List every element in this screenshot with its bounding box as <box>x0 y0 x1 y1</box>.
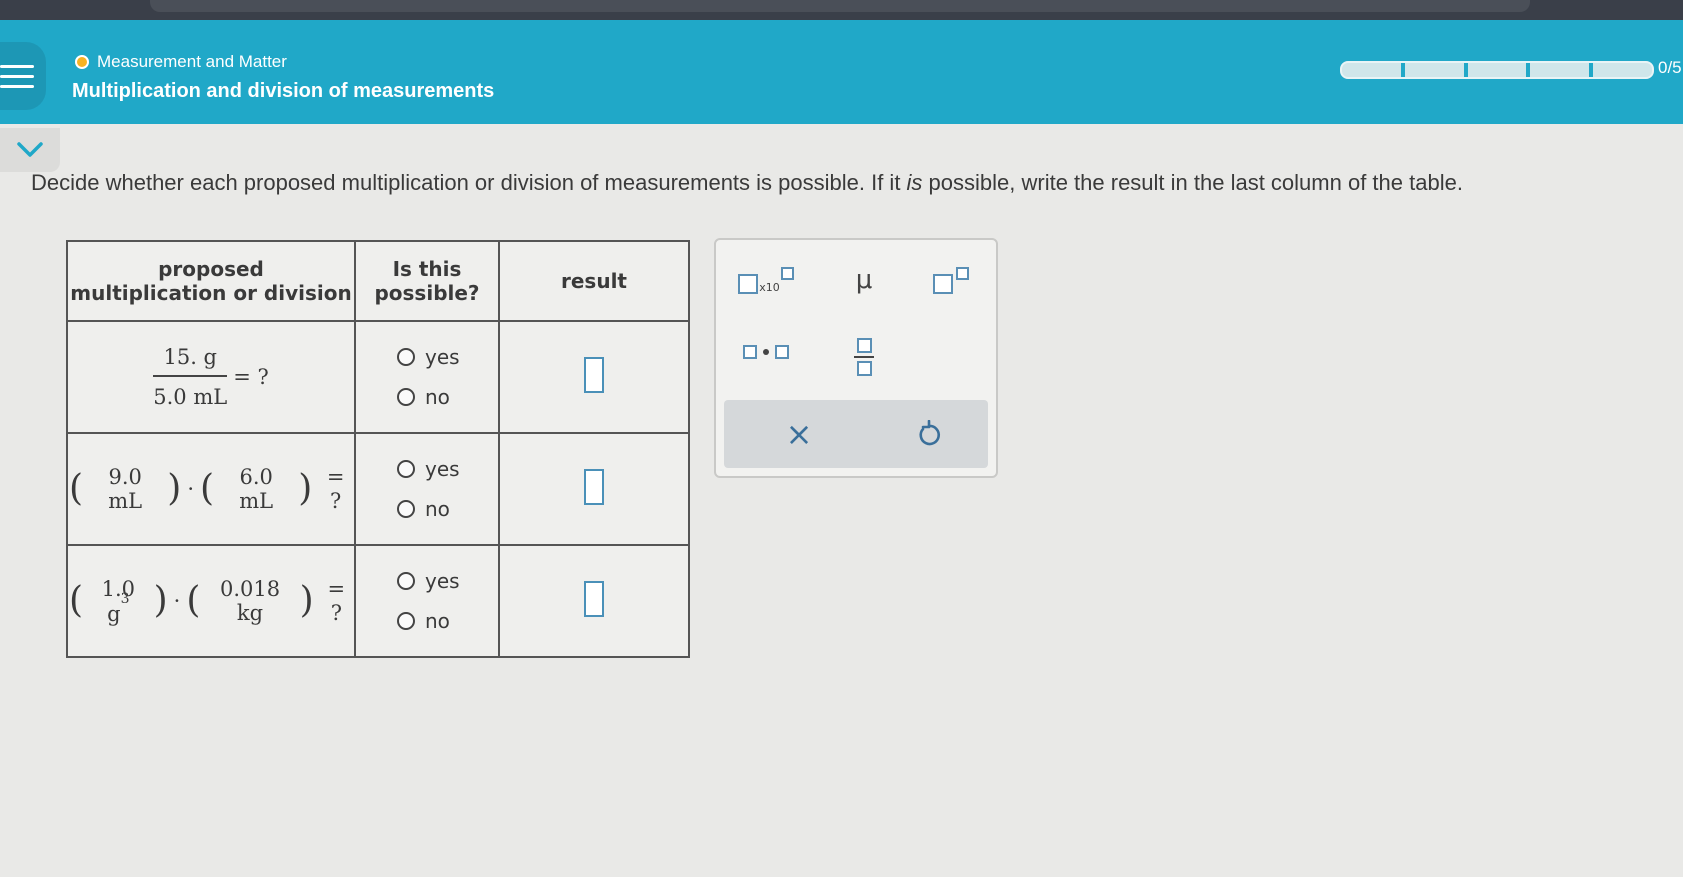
expression-cell: (9.0 mL) · (6.0 mL) = ? <box>66 432 356 546</box>
superscript-button[interactable] <box>926 260 976 300</box>
mu-icon: μ <box>855 265 873 295</box>
answer-input[interactable] <box>584 581 604 617</box>
radio-circle-icon[interactable] <box>397 572 415 590</box>
question-table: proposed multiplication or division Is th… <box>66 240 690 658</box>
topic-status-icon <box>75 55 89 69</box>
header-possible: Is this possible? <box>354 240 500 322</box>
equals-question: = ? <box>326 465 345 513</box>
header-result: result <box>498 240 690 322</box>
factor-a: 1.0 g3 <box>101 576 136 626</box>
multiply-dot: · <box>187 477 194 501</box>
undo-button[interactable] <box>904 410 954 458</box>
fraction: 15. g 5.0 mL <box>153 345 227 409</box>
multiply-dot-button[interactable] <box>736 332 796 372</box>
progress-segment <box>1342 63 1405 77</box>
radio-circle-icon[interactable] <box>397 388 415 406</box>
expression-multiplication: (9.0 mL) · (6.0 mL) = ? <box>69 465 353 513</box>
scientific-notation-button[interactable]: x10 <box>736 260 796 300</box>
answer-input[interactable] <box>584 357 604 393</box>
progress-segment <box>1530 63 1594 77</box>
clear-button[interactable]: × <box>774 410 824 458</box>
fraction-icon <box>854 338 874 376</box>
fraction-button[interactable] <box>844 332 884 382</box>
radio-no[interactable]: no <box>397 609 450 633</box>
radio-no[interactable]: no <box>397 385 450 409</box>
denominator: 5.0 mL <box>153 385 228 409</box>
table-row: (9.0 mL) · (6.0 mL) = ? yes no <box>66 432 690 546</box>
radio-yes[interactable]: yes <box>397 569 460 593</box>
result-cell <box>498 432 690 546</box>
equals-question: = ? <box>233 365 269 389</box>
undo-icon <box>919 420 941 446</box>
radio-circle-icon[interactable] <box>397 612 415 630</box>
expression-cell: 15. g 5.0 mL = ? <box>66 320 356 434</box>
radio-group: yes no <box>357 569 497 633</box>
radio-circle-icon[interactable] <box>397 460 415 478</box>
radio-yes[interactable]: yes <box>397 345 460 369</box>
mu-button[interactable]: μ <box>844 260 884 300</box>
collapse-button[interactable] <box>0 128 60 172</box>
progress-bar <box>1340 61 1654 79</box>
lesson-title: Multiplication and division of measureme… <box>72 80 495 102</box>
chevron-down-icon <box>17 142 43 157</box>
exponent: 3 <box>120 590 130 607</box>
progress-segment <box>1468 63 1531 77</box>
possible-cell: yes no <box>354 544 500 658</box>
numerator: 15. g <box>153 345 227 377</box>
math-toolbox: x10 μ × <box>714 238 998 478</box>
multiply-dot-icon <box>743 345 789 359</box>
topic-row: Measurement and Matter <box>75 52 287 72</box>
radio-yes[interactable]: yes <box>397 457 460 481</box>
radio-circle-icon[interactable] <box>397 500 415 518</box>
radio-no[interactable]: no <box>397 497 450 521</box>
instructions: Decide whether each proposed multiplicat… <box>31 170 1463 196</box>
table-row: (1.0 g3) · (0.018 kg) = ? yes no <box>66 544 690 658</box>
factor-a: 9.0 mL <box>108 465 143 513</box>
possible-cell: yes no <box>354 432 500 546</box>
instructions-text: possible, write the result in the last c… <box>922 170 1463 195</box>
equals-question: = ? <box>327 577 346 625</box>
factor-b: 6.0 mL <box>239 465 274 513</box>
browser-top-bar <box>0 0 1683 22</box>
instructions-emphasis: is <box>906 170 923 195</box>
answer-input[interactable] <box>584 469 604 505</box>
radio-group: yes no <box>357 345 497 409</box>
progress-segment <box>1593 63 1652 77</box>
radio-circle-icon[interactable] <box>397 348 415 366</box>
header-proposed: proposed multiplication or division <box>66 240 356 322</box>
table-header-row: proposed multiplication or division Is th… <box>66 240 690 322</box>
scientific-notation-icon: x10 <box>738 266 794 294</box>
progress-segment <box>1405 63 1468 77</box>
multiply-dot: · <box>173 589 181 613</box>
superscript-icon <box>933 266 969 294</box>
expression-multiplication: (1.0 g3) · (0.018 kg) = ? <box>69 577 353 626</box>
table-row: 15. g 5.0 mL = ? yes no <box>66 320 690 434</box>
hamburger-line <box>0 64 34 68</box>
result-cell <box>498 320 690 434</box>
progress-text: 0/5 <box>1658 58 1682 77</box>
possible-cell: yes no <box>354 320 500 434</box>
action-bar: × <box>724 400 988 468</box>
menu-button[interactable] <box>0 42 46 110</box>
expression-division: 15. g 5.0 mL = ? <box>153 345 268 409</box>
clear-icon: × <box>785 415 813 453</box>
hamburger-line <box>0 74 34 78</box>
instructions-text: Decide whether each proposed multiplicat… <box>31 170 907 195</box>
hamburger-line <box>0 84 34 88</box>
topic-name: Measurement and Matter <box>97 52 287 71</box>
radio-group: yes no <box>357 457 497 521</box>
expression-cell: (1.0 g3) · (0.018 kg) = ? <box>66 544 356 658</box>
result-cell <box>498 544 690 658</box>
factor-b: 0.018 kg <box>219 577 281 625</box>
